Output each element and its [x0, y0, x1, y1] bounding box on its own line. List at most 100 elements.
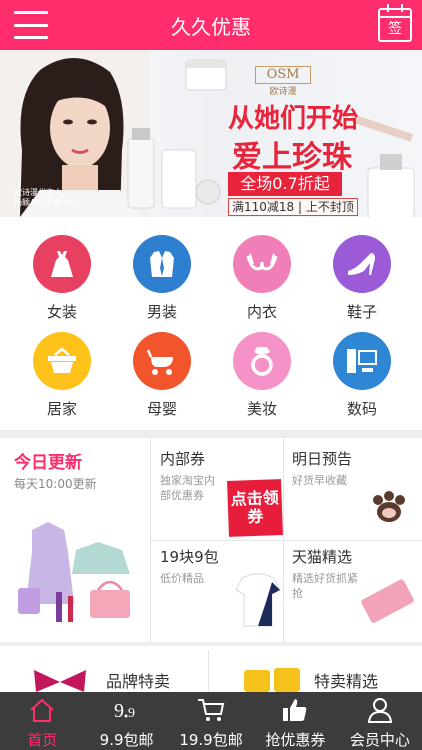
home-icon: [30, 698, 54, 722]
brand-sale-row: 品牌特卖 特卖精选: [0, 646, 422, 692]
category-grid: 女装 男装 内衣 鞋子 居家 母婴 美妆 数码: [0, 217, 422, 430]
tab-member[interactable]: 会员中心: [338, 692, 422, 750]
nine-desc: 低价精品: [160, 572, 204, 585]
category-icon-circle: [133, 235, 191, 293]
suit-icon: [150, 251, 174, 277]
icon-wrapper: [196, 696, 226, 723]
menu-icon-line: [14, 36, 48, 39]
category-underwear[interactable]: 内衣: [212, 235, 312, 335]
product-jar-image: [185, 59, 227, 91]
svg-text:9: 9: [114, 700, 124, 722]
tab-label: 19.9包邮: [179, 731, 243, 749]
calendar-icon: [380, 16, 410, 18]
sign-in-calendar-button[interactable]: 签: [378, 4, 412, 42]
nine-title[interactable]: 19块9包: [160, 546, 219, 567]
category-label: 女装: [46, 303, 77, 321]
category-label: 数码: [346, 400, 377, 418]
tab-label: 会员中心: [349, 731, 410, 749]
tab-19-9[interactable]: 19.9包邮: [169, 692, 253, 750]
today-products-image[interactable]: [12, 512, 142, 628]
category-men[interactable]: 男装: [112, 235, 212, 335]
icon-wrapper: [280, 696, 310, 723]
icon-wrapper: 9 9: [112, 696, 142, 723]
category-icon-circle: [333, 235, 391, 293]
product-bottles-image: [127, 128, 221, 209]
category-icon-circle: [133, 332, 191, 390]
tshirt-image: [235, 573, 281, 627]
brand-logo: OSM: [255, 66, 311, 84]
tab-label: 首页: [27, 731, 58, 749]
category-beauty[interactable]: 美妆: [212, 332, 312, 432]
bottom-tab-bar: 首页 9 9 9.9包邮 19.9包邮 抢优惠券 会员中心: [0, 692, 422, 750]
icon-wrapper: [365, 696, 395, 723]
banner-offer: 满110减18 | 上不封顶: [228, 198, 358, 216]
category-baby[interactable]: 母婴: [112, 332, 212, 432]
category-icon-circle: [233, 332, 291, 390]
app-title: 久久优惠: [171, 14, 251, 39]
category-shoes[interactable]: 鞋子: [312, 235, 412, 335]
tab-9-9[interactable]: 9 9 9.9包邮: [84, 692, 168, 750]
menu-icon-line: [14, 11, 48, 14]
today-subtitle: 每天10:00更新: [14, 477, 97, 491]
heel-icon: [348, 253, 375, 275]
user-icon: [367, 697, 392, 723]
tab-label: 9.9包邮: [99, 731, 154, 749]
category-icon-circle: [233, 235, 291, 293]
today-title[interactable]: 今日更新: [14, 448, 82, 473]
category-women[interactable]: 女装: [12, 235, 112, 335]
category-icon-circle: [333, 332, 391, 390]
tmall-desc: 精选好货抓紧抢: [292, 572, 358, 600]
product-bottle-right-image: [352, 114, 415, 217]
banner-promo: 全场0.7折起: [228, 172, 342, 196]
category-label: 居家: [46, 400, 77, 418]
basket-icon: [48, 347, 76, 373]
luggage-image: [244, 668, 300, 692]
paw-icon: [373, 491, 405, 522]
nine-nine-icon: 9 9: [114, 700, 135, 722]
menu-icon-line: [14, 23, 48, 27]
bow-image: [34, 670, 86, 692]
bra-icon: [246, 253, 278, 271]
sign-label: 签: [388, 21, 402, 37]
category-icon-circle: [33, 235, 91, 293]
computer-icon: [347, 349, 377, 373]
banner-headline-1: 从她们开始: [228, 104, 359, 134]
tab-home[interactable]: 首页: [0, 692, 84, 750]
inner-coupon-desc: 独家淘宝内部优惠券: [160, 474, 215, 502]
cart-icon: [198, 698, 225, 721]
grid-divider: [151, 540, 422, 541]
icon-wrapper: [27, 696, 57, 723]
tmall-title[interactable]: 天猫精选: [292, 546, 352, 567]
get-coupon-tag[interactable]: 点击领券: [227, 479, 283, 537]
section-divider: [0, 430, 422, 438]
tab-label: 抢优惠券: [265, 731, 326, 749]
menu-button[interactable]: [14, 11, 48, 39]
stroller-icon: [146, 349, 173, 375]
category-home[interactable]: 居家: [12, 332, 112, 432]
brand-sub: 欧诗漫: [269, 87, 297, 97]
brand-sale-title[interactable]: 品牌特卖: [106, 668, 170, 692]
category-label: 鞋子: [346, 303, 377, 321]
grid-divider: [208, 650, 209, 692]
ring-icon: [251, 347, 273, 376]
top-bar: 久久优惠 签: [0, 0, 422, 50]
banner-signature: 欧诗漫代言人 杨颖Angelababy: [14, 188, 78, 207]
category-label: 男装: [146, 303, 177, 321]
category-label: 内衣: [246, 303, 277, 321]
category-label: 母婴: [146, 400, 177, 418]
svg-text:9: 9: [128, 706, 135, 721]
tab-coupons[interactable]: 抢优惠券: [253, 692, 337, 750]
inner-coupon-title[interactable]: 内部券: [160, 448, 205, 469]
category-label: 美妆: [246, 400, 277, 418]
promo-banner[interactable]: OSM 欧诗漫 从她们开始 爱上珍珠 全场0.7折起 满110减18 | 上不封…: [0, 50, 422, 217]
thumbs-up-icon: [283, 698, 307, 721]
preview-desc: 好货早收藏: [292, 474, 347, 487]
wallet-image: [361, 579, 414, 623]
preview-title[interactable]: 明日预告: [292, 448, 352, 469]
banner-headline-2: 爱上珍珠: [232, 140, 352, 175]
app: 久久优惠 签 OSM 欧诗漫 从她们开始 爱上珍珠 全场0.7折起 满110减1…: [0, 0, 422, 750]
special-sale-title[interactable]: 特卖精选: [314, 668, 378, 692]
category-digital[interactable]: 数码: [312, 332, 412, 432]
category-icon-circle: [33, 332, 91, 390]
dress-icon: [51, 251, 73, 277]
